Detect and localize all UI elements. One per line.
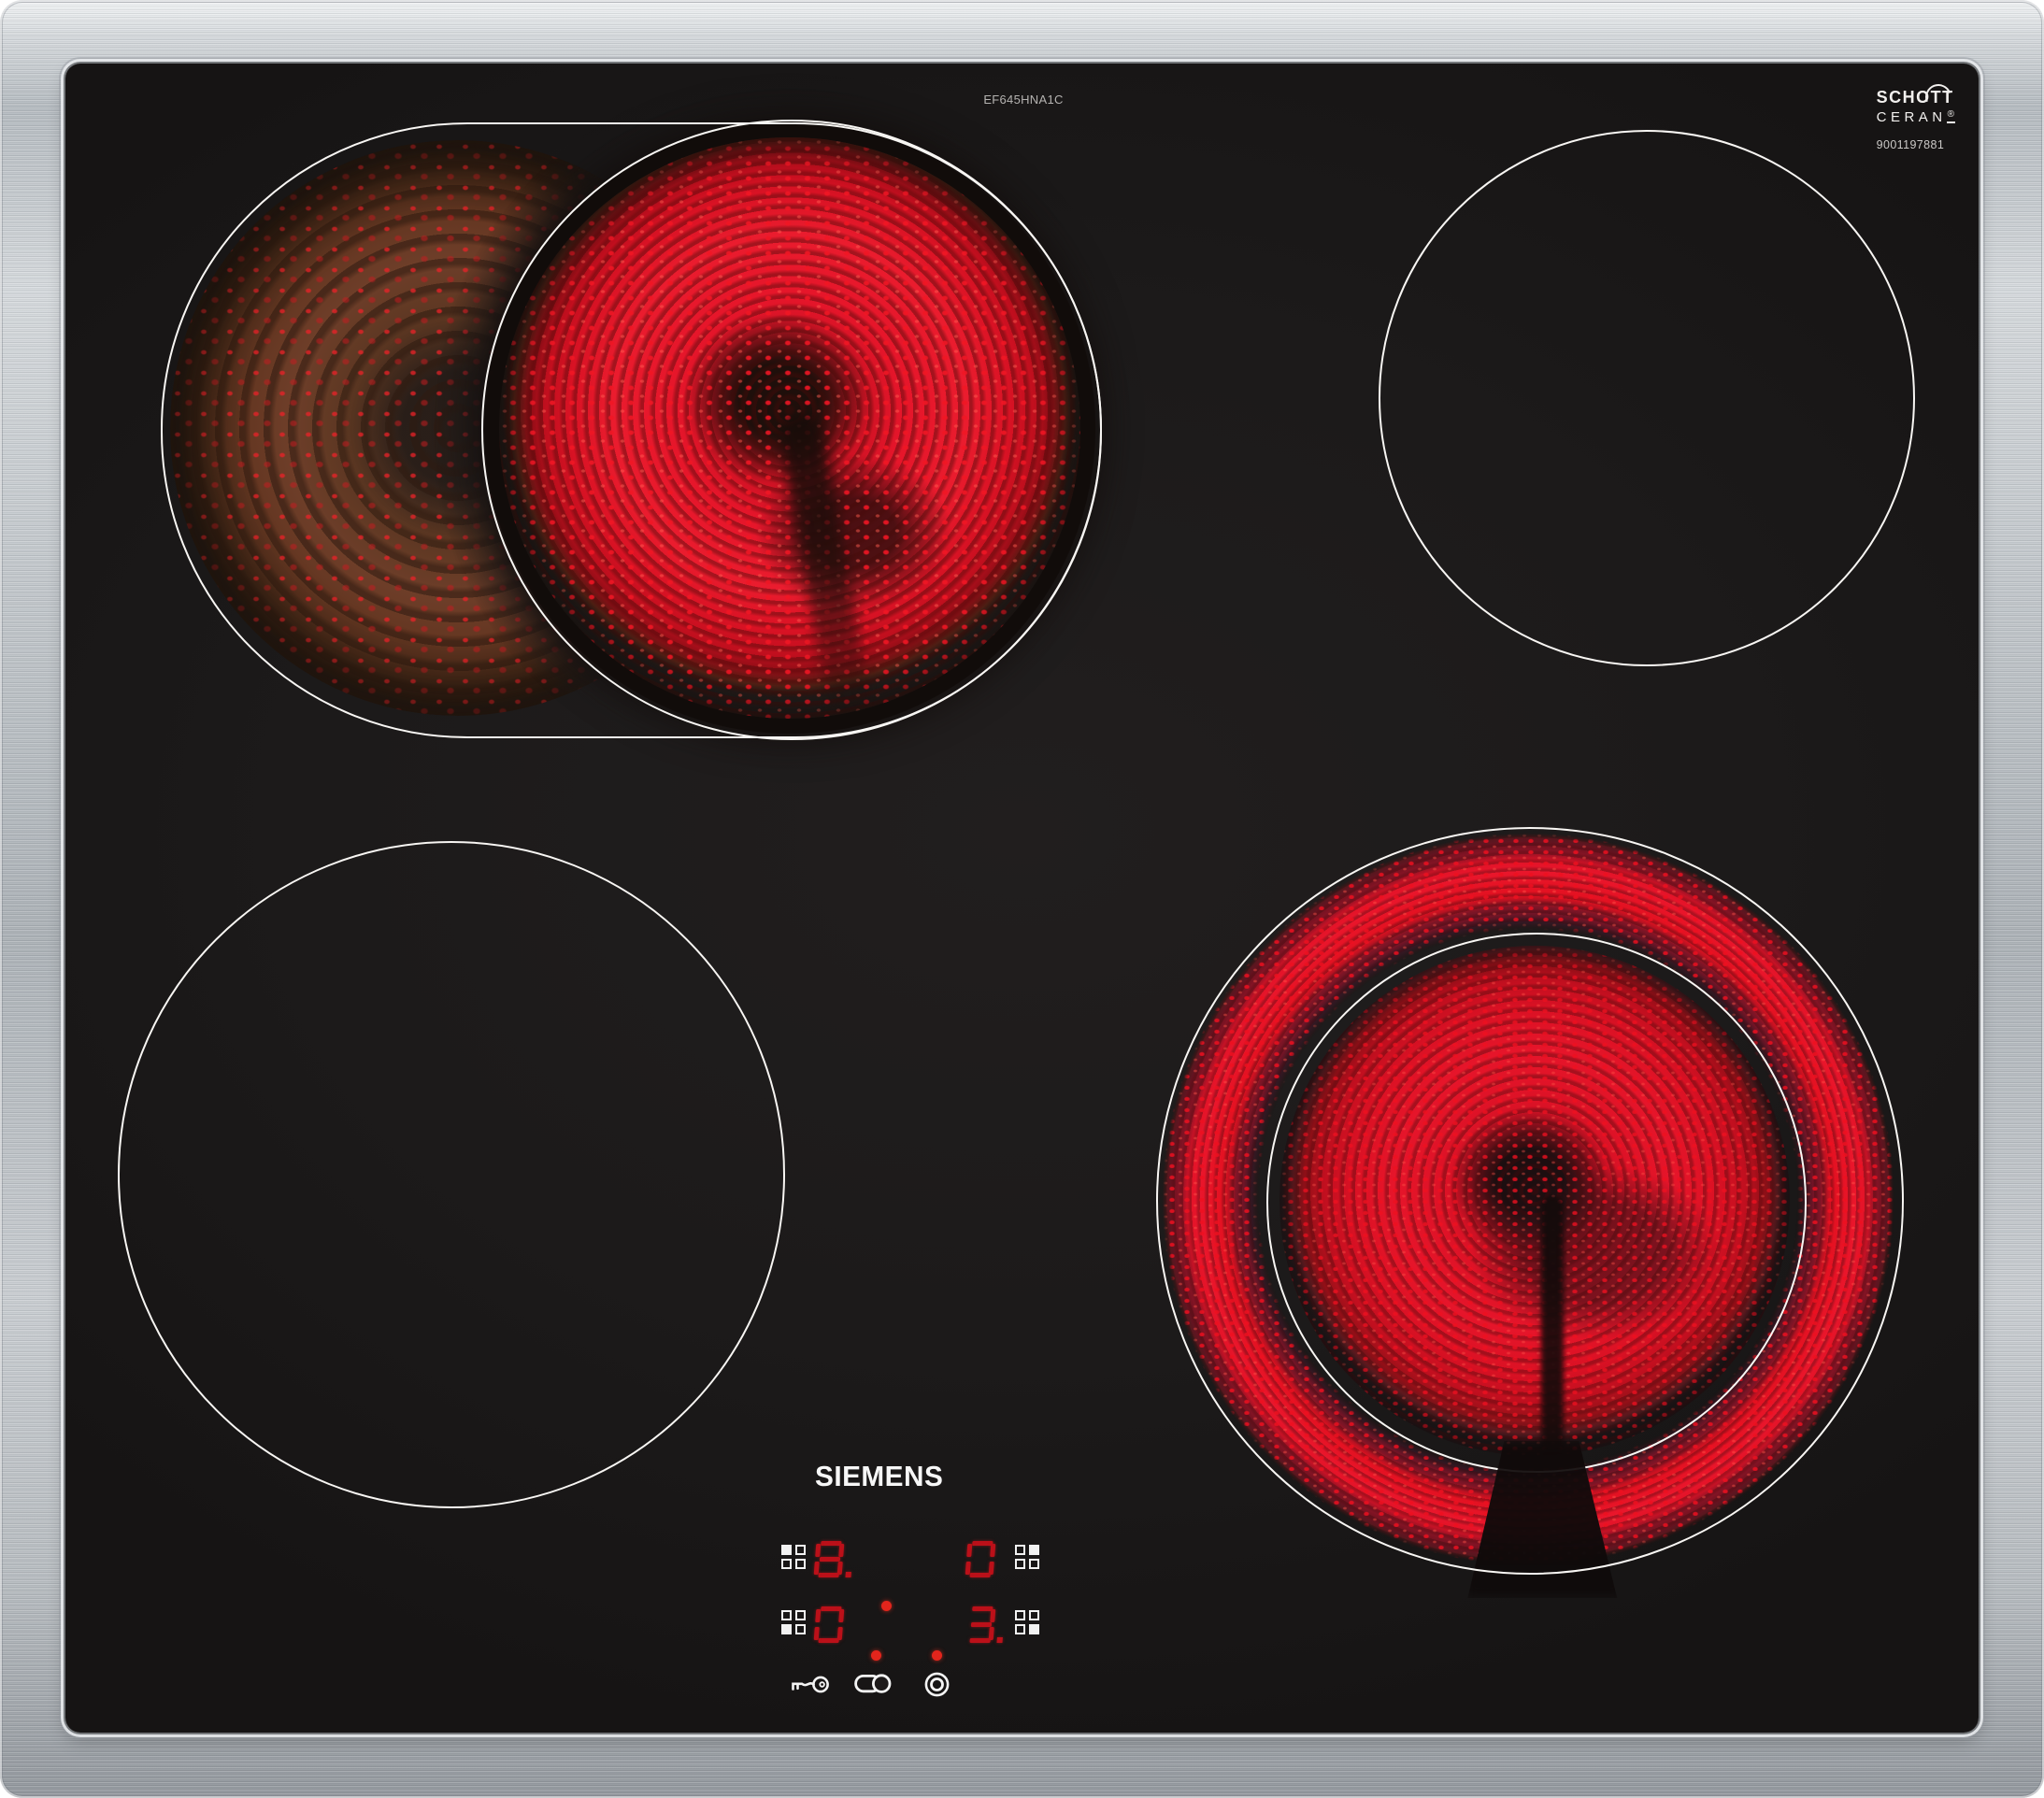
serial-number: 9001197881 bbox=[1877, 138, 1955, 151]
roaster-zone-button[interactable] bbox=[854, 1674, 892, 1694]
roaster-zone-indicator-dot bbox=[871, 1650, 881, 1661]
indicator-square-active bbox=[781, 1545, 792, 1555]
model-number: EF645HNA1C bbox=[949, 93, 1098, 107]
indicator-square bbox=[795, 1624, 806, 1634]
zone-front-right-outer-outline bbox=[1156, 827, 1904, 1575]
zone-rear-left-outline bbox=[481, 120, 1102, 740]
indicator-square bbox=[1029, 1610, 1039, 1620]
indicator-square bbox=[781, 1559, 792, 1569]
zone-indicator-grid-front-left bbox=[781, 1610, 806, 1634]
zone-indicator-grid-front-right bbox=[1015, 1610, 1039, 1634]
indicator-square bbox=[1015, 1559, 1025, 1569]
zone-indicator-grid-rear-right bbox=[1015, 1545, 1039, 1569]
indicator-square-active bbox=[1029, 1624, 1039, 1634]
indicator-square-active bbox=[781, 1624, 792, 1634]
dual-circuit-indicator-dot bbox=[932, 1650, 942, 1661]
ceran-wordmark: CERAN® bbox=[1877, 109, 1955, 125]
display-rear-left[interactable] bbox=[781, 1539, 854, 1580]
roaster-zone-icon bbox=[854, 1674, 892, 1694]
power-level-display-rear-left bbox=[813, 1541, 844, 1577]
indicator-square bbox=[1015, 1624, 1025, 1634]
display-front-right[interactable] bbox=[966, 1605, 1039, 1646]
zone-indicator-grid-rear-left bbox=[781, 1545, 806, 1569]
indicator-square bbox=[795, 1559, 806, 1569]
indicator-square bbox=[1015, 1610, 1025, 1620]
power-indicator-dot bbox=[881, 1601, 892, 1611]
indicator-square bbox=[781, 1610, 792, 1620]
key-icon bbox=[788, 1674, 831, 1695]
indicator-square bbox=[795, 1545, 806, 1555]
schott-ceran-logo: SCHOTT CERAN® 9001197881 bbox=[1877, 88, 1955, 151]
indicator-square bbox=[795, 1610, 806, 1620]
indicator-square-active bbox=[1029, 1545, 1039, 1555]
zone-rear-right-outline bbox=[1379, 130, 1915, 666]
cooktop: EF645HNA1C SCHOTT CERAN® 9001197881 SIEM… bbox=[0, 0, 2044, 1798]
ceran-text: CERAN bbox=[1877, 109, 1947, 125]
power-level-display-front-right bbox=[965, 1606, 995, 1643]
zone-front-left-outline bbox=[118, 841, 785, 1508]
display-front-left[interactable] bbox=[781, 1605, 854, 1646]
power-level-display-front-left bbox=[813, 1606, 844, 1643]
indicator-square bbox=[1029, 1559, 1039, 1569]
dual-circuit-button[interactable] bbox=[923, 1671, 951, 1698]
display-rear-right[interactable] bbox=[966, 1539, 1039, 1580]
brand-logo: SIEMENS bbox=[815, 1460, 994, 1493]
indicator-square bbox=[1015, 1545, 1025, 1555]
power-level-display-rear-right bbox=[965, 1541, 995, 1577]
registered-mark: ® bbox=[1947, 109, 1955, 123]
dual-circuit-icon bbox=[923, 1671, 951, 1698]
child-lock-button[interactable] bbox=[788, 1674, 831, 1695]
schott-wordmark: SCHOTT bbox=[1877, 88, 1955, 107]
